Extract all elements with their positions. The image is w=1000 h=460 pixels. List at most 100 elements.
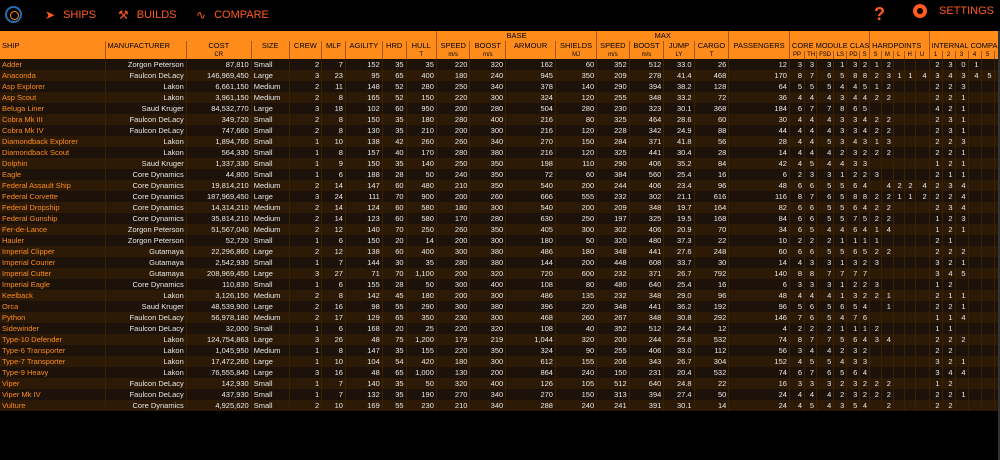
col-cost[interactable]: COST — [186, 41, 252, 51]
col-armour[interactable]: ARMOUR — [505, 41, 556, 51]
table-row[interactable]: Dolphin Saud Kruger 1,337,330 Small 1 9 150 35 1… — [0, 158, 1000, 169]
core-col-th[interactable]: TH — [804, 51, 817, 59]
ship-name-link[interactable]: Cobra Mk III — [0, 114, 106, 125]
table-row[interactable]: Federal Corvette Core Dynamics 187,969,450… — [0, 191, 1000, 202]
table-row[interactable]: Federal Gunship Core Dynamics 35,814,210 Me… — [0, 213, 1000, 224]
table-row[interactable]: Imperial Clipper Gutamaya 22,296,860 Large 2… — [0, 246, 1000, 257]
table-row[interactable]: Anaconda Faulcon DeLacy 146,969,450 Large 3 2… — [0, 70, 1000, 81]
col-manufacturer[interactable]: MANUFACTURER — [105, 41, 187, 51]
int-col-4[interactable]: 4 — [968, 51, 982, 59]
ship-name-link[interactable]: Type-6 Transporter — [0, 345, 106, 356]
ship-name-link[interactable]: Eagle — [0, 169, 106, 180]
table-row[interactable]: Vulture Core Dynamics 4,925,620 Small 2 10 169… — [0, 400, 1000, 411]
hp-col-u[interactable]: U — [915, 51, 930, 59]
table-row[interactable]: Federal Dropship Core Dynamics 14,314,210 M… — [0, 202, 1000, 213]
ship-name-link[interactable]: Cobra Mk IV — [0, 125, 106, 136]
col-speed[interactable]: SPEED — [436, 41, 471, 51]
ship-name-link[interactable]: Asp Explorer — [0, 81, 106, 92]
nav-ships[interactable]: ➤ SHIPS — [45, 8, 96, 22]
hp-col-m[interactable]: M — [881, 51, 894, 59]
col-hull[interactable]: HULL — [406, 41, 437, 51]
ship-name-link[interactable]: Orca — [0, 301, 106, 312]
nav-compare[interactable]: ∿ COMPARE — [196, 8, 269, 22]
table-row[interactable]: Type-9 Heavy Lakon 76,555,840 Large 3 16 48 65 1… — [0, 367, 1000, 378]
table-row[interactable]: Diamondback Explorer Lakon 1,894,760 Small 1… — [0, 136, 1000, 147]
core-col-s[interactable]: S — [859, 51, 871, 59]
table-row[interactable]: Eagle Core Dynamics 44,800 Small 1 6 188 28 50 24… — [0, 169, 1000, 180]
ship-name-link[interactable]: Keelback — [0, 290, 106, 301]
table-row[interactable]: Viper Faulcon DeLacy 142,930 Small 1 7 140 35 50… — [0, 378, 1000, 389]
table-row[interactable]: Viper Mk IV Faulcon DeLacy 437,930 Small 1 7 1… — [0, 389, 1000, 400]
hp-col-l[interactable]: L — [893, 51, 905, 59]
ship-name-link[interactable]: Federal Assault Ship — [0, 180, 106, 191]
ship-name-link[interactable]: Imperial Cutter — [0, 268, 106, 279]
ship-name-link[interactable]: Asp Scout — [0, 92, 106, 103]
table-row[interactable]: Asp Explorer Lakon 6,661,150 Medium 2 11 148 52… — [0, 81, 1000, 92]
int-col-3[interactable]: 3 — [955, 51, 969, 59]
ship-name-link[interactable]: Beluga Liner — [0, 103, 106, 114]
col-boost[interactable]: BOOST — [469, 41, 507, 51]
table-row[interactable]: Type-10 Defender Lakon 124,754,863 Large 3 26… — [0, 334, 1000, 345]
ship-name-link[interactable]: Sidewinder — [0, 323, 106, 334]
col-agility[interactable]: AGILITY — [345, 41, 383, 51]
table-row[interactable]: Type-6 Transporter Lakon 1,045,950 Medium 1 8… — [0, 345, 1000, 356]
int-col-2[interactable]: 2 — [942, 51, 956, 59]
ship-name-link[interactable]: Type-7 Transporter — [0, 356, 106, 367]
ship-name-link[interactable]: Viper Mk IV — [0, 389, 106, 400]
table-row[interactable]: Imperial Cutter Gutamaya 208,969,450 Large 3… — [0, 268, 1000, 279]
table-row[interactable]: Federal Assault Ship Core Dynamics 19,814,… — [0, 180, 1000, 191]
int-col-1[interactable]: 1 — [929, 51, 943, 59]
col-size[interactable]: SIZE — [251, 41, 290, 51]
table-row[interactable]: Asp Scout Lakon 3,961,150 Medium 2 8 165 52 150 2… — [0, 92, 1000, 103]
ship-name-link[interactable]: Imperial Eagle — [0, 279, 106, 290]
ship-name-link[interactable]: Diamondback Explorer — [0, 136, 106, 147]
ship-name-link[interactable]: Fer-de-Lance — [0, 224, 106, 235]
ship-name-link[interactable]: Diamondback Scout — [0, 147, 106, 158]
hp-col-s[interactable]: S — [869, 51, 882, 59]
ship-name-link[interactable]: Hauler — [0, 235, 106, 246]
ship-name-link[interactable]: Type-9 Heavy — [0, 367, 106, 378]
table-row[interactable]: Adder Zorgon Peterson 87,810 Small 2 7 152 35 35… — [0, 59, 1000, 70]
ships-table-container[interactable]: BASE MAX SHIP MANUFACTURER COST SIZE CRE… — [0, 31, 1000, 460]
col-shields[interactable]: SHIELDS — [555, 41, 598, 51]
ship-name-link[interactable]: Anaconda — [0, 70, 106, 81]
table-row[interactable]: Diamondback Scout Lakon 564,330 Small 1 8 157 4… — [0, 147, 1000, 158]
ship-name-link[interactable]: Viper — [0, 378, 106, 389]
col-mlf[interactable]: MLF — [321, 41, 346, 51]
ship-name-link[interactable]: Dolphin — [0, 158, 106, 169]
hp-col-h[interactable]: H — [904, 51, 916, 59]
ship-name-link[interactable]: Python — [0, 312, 106, 323]
core-col-pd[interactable]: PD — [846, 51, 861, 59]
col-passengers[interactable]: PASSENGERS — [728, 41, 790, 51]
ship-name-link[interactable]: Vulture — [0, 400, 106, 411]
table-row[interactable]: Imperial Eagle Core Dynamics 110,830 Small 1… — [0, 279, 1000, 290]
table-row[interactable]: Orca Saud Kruger 48,539,900 Large 2 16 98 55 290… — [0, 301, 1000, 312]
col-max-boost[interactable]: BOOST — [629, 41, 665, 51]
ship-name-link[interactable]: Adder — [0, 59, 106, 70]
table-row[interactable]: Cobra Mk III Faulcon DeLacy 349,720 Small 2 8… — [0, 114, 1000, 125]
nav-builds[interactable]: ⚒ BUILDS — [118, 8, 177, 22]
table-row[interactable]: Sidewinder Faulcon DeLacy 32,000 Small 1 6 168… — [0, 323, 1000, 334]
table-row[interactable]: Fer-de-Lance Zorgon Peterson 51,567,040 Med… — [0, 224, 1000, 235]
core-col-ls[interactable]: LS — [833, 51, 848, 59]
help-button[interactable]: ? — [874, 4, 885, 25]
ship-name-link[interactable]: Imperial Clipper — [0, 246, 106, 257]
col-jump[interactable]: JUMP — [663, 41, 695, 51]
table-row[interactable]: Beluga Liner Saud Kruger 84,532,770 Large 3 1… — [0, 103, 1000, 114]
settings-button[interactable]: SETTINGS — [913, 4, 994, 18]
ship-name-link[interactable]: Federal Corvette — [0, 191, 106, 202]
ship-name-link[interactable]: Type-10 Defender — [0, 334, 106, 345]
table-row[interactable]: Python Faulcon DeLacy 56,978,180 Medium 2 17 1… — [0, 312, 1000, 323]
ship-name-link[interactable]: Federal Gunship — [0, 213, 106, 224]
table-row[interactable]: Keelback Lakon 3,126,150 Medium 2 8 142 45 180 20… — [0, 290, 1000, 301]
col-hrd[interactable]: HRD — [382, 41, 407, 51]
core-col-pp[interactable]: PP — [789, 51, 806, 59]
ship-name-link[interactable]: Imperial Courier — [0, 257, 106, 268]
ship-name-link[interactable]: Federal Dropship — [0, 202, 106, 213]
col-crew[interactable]: CREW — [289, 41, 323, 51]
app-logo-icon[interactable] — [5, 6, 22, 23]
col-max-speed[interactable]: SPEED — [596, 41, 630, 51]
table-row[interactable]: Imperial Courier Gutamaya 2,542,930 Small 1 7… — [0, 257, 1000, 268]
core-col-fsd[interactable]: FSD — [816, 51, 835, 59]
table-row[interactable]: Hauler Zorgon Peterson 52,720 Small 1 6 150 20 1… — [0, 235, 1000, 246]
